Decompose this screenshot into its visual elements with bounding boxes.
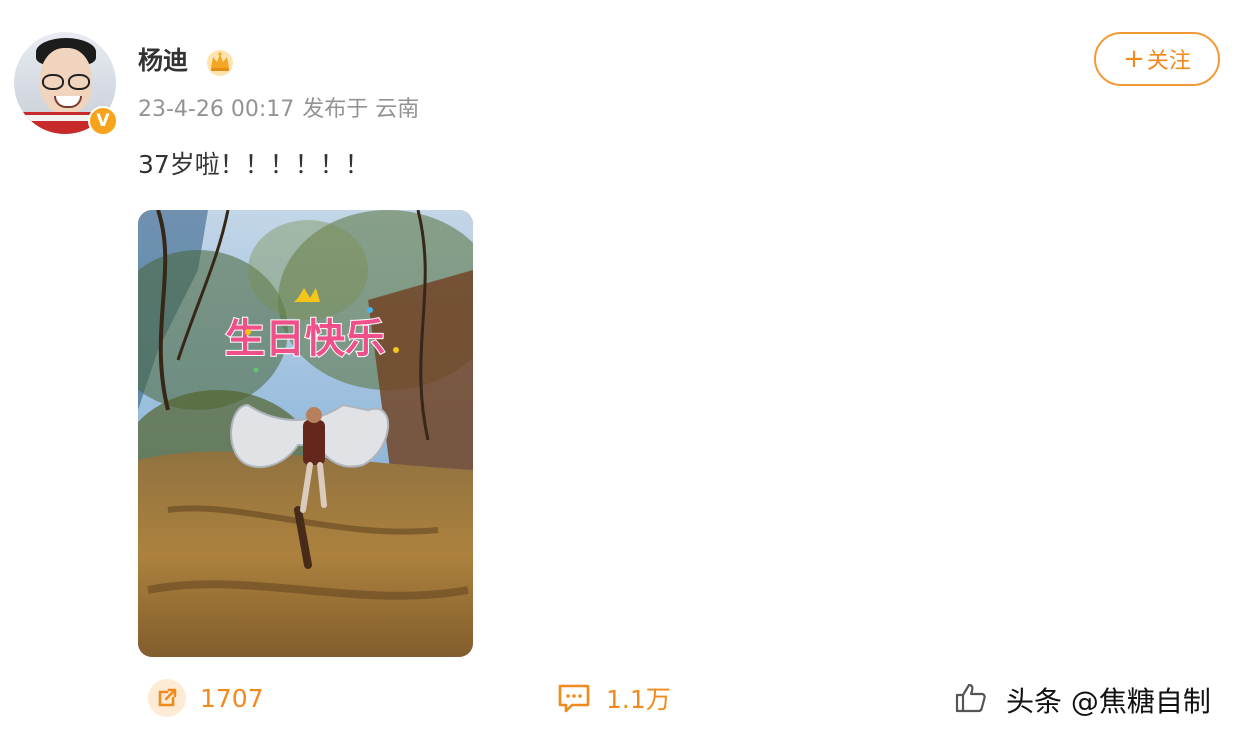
like-button[interactable] — [954, 670, 1002, 726]
crown-icon — [207, 50, 233, 76]
follow-button[interactable]: + 关注 — [1094, 32, 1220, 86]
repost-button[interactable]: 1707 — [148, 670, 264, 726]
post-image[interactable]: 生日快乐 — [138, 210, 473, 657]
post-source: 发布于 云南 — [302, 97, 420, 122]
post-meta: 23-4-26 00:17 发布于 云南 — [138, 95, 419, 125]
verified-badge-icon: V — [88, 106, 118, 136]
weibo-post-card: V 杨迪 23-4-26 00:17 发布于 云南 + 关注 37岁啦！！！！！！ — [0, 0, 1258, 742]
follow-label: 关注 — [1146, 49, 1191, 74]
plus-icon: + — [1123, 44, 1145, 74]
post-image-art: 生日快乐 — [138, 210, 473, 657]
comment-count: 1.1万 — [606, 685, 671, 714]
repost-icon — [148, 679, 186, 717]
watermark: 头条 @焦糖自制 — [1006, 685, 1211, 718]
username-link[interactable]: 杨迪 — [138, 44, 188, 78]
post-time[interactable]: 23-4-26 00:17 — [138, 97, 294, 122]
post-text: 37岁啦！！！！！！ — [138, 150, 370, 179]
thumbs-up-icon — [954, 682, 988, 714]
birthday-sticker-text: 生日快乐 — [225, 316, 385, 362]
comment-icon — [556, 682, 592, 714]
repost-count: 1707 — [200, 683, 264, 713]
comment-button[interactable]: 1.1万 — [556, 670, 671, 726]
